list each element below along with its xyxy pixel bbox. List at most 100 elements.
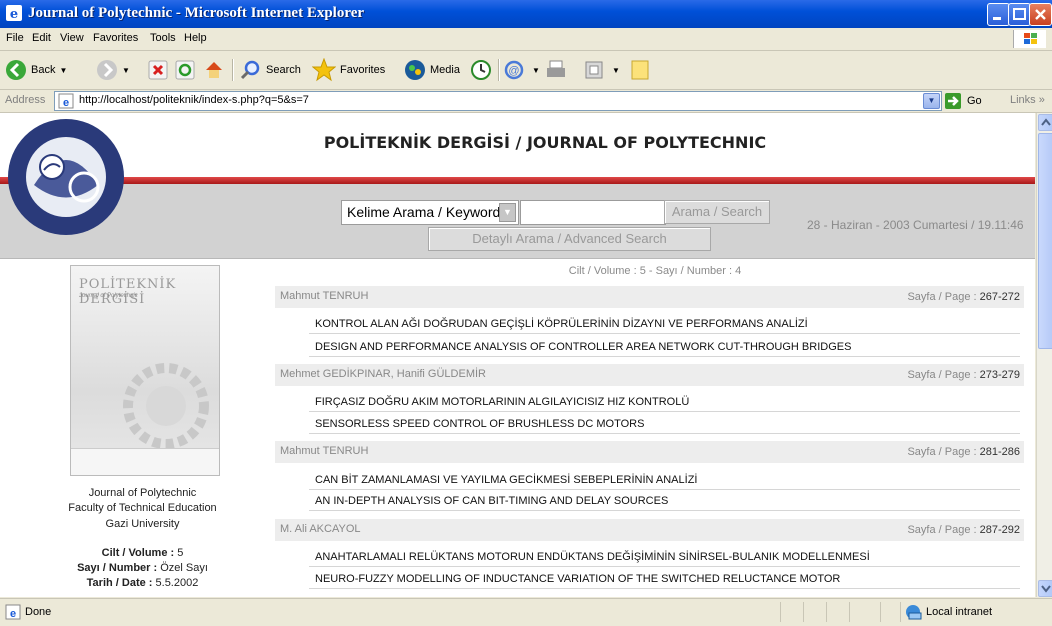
forward-button[interactable]: ▼ [96,58,130,82]
page-header: POLİTEKNİK DERGİSİ / JOURNAL OF POLYTECH… [0,113,1035,183]
journal-name: Journal of Polytechnic [88,487,197,499]
edit-page-icon [585,61,603,79]
search-button[interactable]: Search [240,58,301,82]
refresh-icon [175,60,195,80]
search-input[interactable] [520,200,666,225]
author-row: M. Ali AKCAYOL Sayfa / Page : 287-292 [275,519,1024,541]
mail-icon: @ [504,60,524,80]
status-text: Done [25,606,52,618]
page-icon: e [58,93,74,109]
svg-text:@: @ [508,65,519,77]
page-done-icon: e [5,604,21,620]
address-input[interactable]: e http://localhost/politeknik/index-s.ph… [54,91,942,111]
author-row: Mahmut TENRUH Sayfa / Page : 267-272 [275,286,1024,308]
keyword-select[interactable]: Kelime Arama / Keyword ▼ [341,200,519,225]
vertical-scrollbar[interactable] [1036,113,1052,597]
search-submit-button[interactable]: Arama / Search [664,200,770,224]
scroll-down-button[interactable] [1038,580,1052,597]
faculty-name: Faculty of Technical Education [68,502,217,514]
minimize-icon [993,17,1001,20]
menu-bar: File Edit View Favorites Tools Help [0,28,1052,51]
zone-text: Local intranet [926,606,993,618]
header-divider [0,177,1035,184]
search-icon [240,60,260,80]
advanced-search-button[interactable]: Detaylı Arama / Advanced Search [428,227,711,251]
messenger-button[interactable] [630,58,650,82]
back-button[interactable]: Back ▼ [5,58,67,82]
menu-favorites[interactable]: Favorites [93,32,138,44]
volume-header: Cilt / Volume : 5 - Sayı / Number : 4 [568,265,742,277]
date-info: Tarih / Date : 5.5.2002 [86,577,199,589]
scroll-up-button[interactable] [1038,114,1052,131]
close-icon [1035,9,1046,20]
media-button[interactable]: Media [404,58,460,82]
article-title-en[interactable]: AN IN-DEPTH ANALYSIS OF CAN BIT-TIMING A… [315,495,668,507]
toolbar: Back ▼ ▼ Search Favorites Media @ ▼ ▼ [0,51,1052,90]
address-label: Address [5,94,46,106]
links-button[interactable]: Links » [1010,94,1045,106]
home-button[interactable] [203,58,225,82]
article-title-en[interactable]: SENSORLESS SPEED CONTROL OF BRUSHLESS DC… [315,418,644,430]
menu-edit[interactable]: Edit [32,32,51,44]
print-button[interactable] [545,58,567,82]
chevron-up-icon [1041,118,1051,126]
local-intranet-icon [906,605,922,620]
back-arrow-icon [6,60,26,80]
history-button[interactable] [470,58,492,82]
date-time: 28 - Haziran - 2003 Cumartesi / 19.11:46 [807,218,1024,232]
svg-text:e: e [10,7,18,21]
maximize-icon [1013,8,1026,20]
chevron-down-icon: ▼ [59,65,68,75]
minimize-button[interactable] [987,3,1010,26]
author-row: Mahmut TENRUH Sayfa / Page : 281-286 [275,441,1024,463]
scroll-thumb[interactable] [1038,133,1052,349]
svg-text:e: e [63,97,69,109]
menu-help[interactable]: Help [184,32,207,44]
article-title-tr[interactable]: ANAHTARLAMALI RELÜKTANS MOTORUN ENDÜKTAN… [315,551,870,563]
menu-file[interactable]: File [6,32,24,44]
maximize-button[interactable] [1008,3,1031,26]
address-dropdown-icon[interactable]: ▼ [923,93,940,109]
article-authors[interactable]: Mahmut TENRUH [280,445,368,457]
volume-info: Cilt / Volume : 5 [101,547,184,559]
go-arrow-icon [945,93,961,109]
chevron-down-icon [1041,585,1051,593]
close-button[interactable] [1029,3,1052,26]
print-icon [547,60,565,77]
media-icon [405,60,425,80]
chevron-down-icon: ▼ [122,65,130,75]
menu-view[interactable]: View [60,32,84,44]
title-bar[interactable]: e Journal of Polytechnic - Microsoft Int… [0,0,1052,28]
address-bar: Address e http://localhost/politeknik/in… [0,90,1052,113]
stop-icon [148,60,168,80]
chevron-down-icon: ▼ [612,65,620,75]
ie-icon: e [6,5,22,21]
article-authors[interactable]: Mahmut TENRUH [280,290,368,302]
status-bar: e Done Local intranet [0,598,1052,626]
article-title-tr[interactable]: CAN BİT ZAMANLAMASI VE YAYILMA GECİKMESİ… [315,474,697,486]
windows-logo-icon [1013,30,1046,48]
edit-button[interactable]: ▼ [584,58,620,82]
journal-cover-image[interactable]: POLİTEKNİK DERGİSİ Journal of Polytechni… [70,265,220,476]
gear-icon [123,363,209,449]
article-authors[interactable]: Mehmet GEDİKPINAR, Hanifi GÜLDEMİR [280,368,486,380]
page-title: POLİTEKNİK DERGİSİ / JOURNAL OF POLYTECH… [323,133,767,152]
go-button[interactable]: Go [945,92,982,110]
stop-button[interactable] [148,58,168,82]
home-icon [206,62,222,78]
article-title-en[interactable]: DESIGN AND PERFORMANCE ANALYSIS OF CONTR… [315,341,851,353]
note-icon [631,60,649,80]
article-title-en[interactable]: NEURO-FUZZY MODELLING OF INDUCTANCE VARI… [315,573,840,585]
article-title-tr[interactable]: KONTROL ALAN AĞI DOĞRUDAN GEÇİŞLİ KÖPRÜL… [315,318,808,330]
menu-tools[interactable]: Tools [150,32,176,44]
refresh-button[interactable] [175,58,195,82]
author-row: Mehmet GEDİKPINAR, Hanifi GÜLDEMİR Sayfa… [275,364,1024,386]
window-title: Journal of Polytechnic - Microsoft Inter… [28,5,365,21]
article-title-tr[interactable]: FIRÇASIZ DOĞRU AKIM MOTORLARININ ALGILAY… [315,396,689,408]
address-url: http://localhost/politeknik/index-s.php?… [79,94,309,106]
article-authors[interactable]: M. Ali AKCAYOL [280,523,361,535]
number-info: Sayı / Number : Özel Sayı [77,562,208,574]
mail-button[interactable]: @ ▼ [504,58,540,82]
favorites-button[interactable]: Favorites [312,58,385,82]
star-icon [312,58,336,82]
